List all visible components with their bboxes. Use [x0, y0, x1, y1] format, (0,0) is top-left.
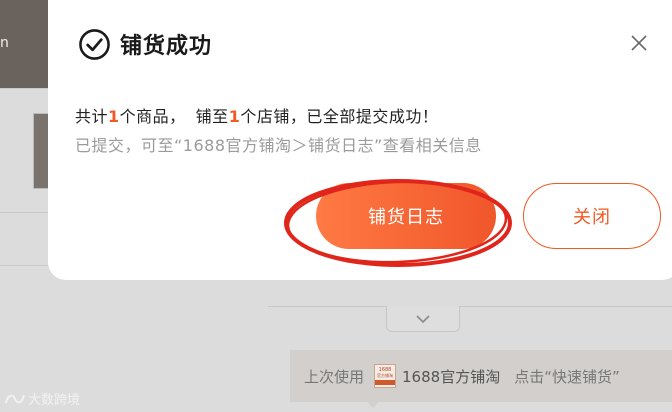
dialog-header: 铺货成功 [78, 26, 212, 62]
product-image-tile: n [0, 0, 50, 88]
close-icon [631, 35, 647, 51]
tile-text: n [0, 35, 9, 51]
chevron-down-icon [416, 314, 430, 323]
product-count: 1 [108, 107, 120, 126]
close-dialog-button[interactable]: 关闭 [523, 183, 661, 249]
divider [0, 88, 50, 89]
success-message: 共计1个商品， 铺至1个店铺，已全部提交成功！ [75, 103, 438, 127]
dialog-title: 铺货成功 [120, 34, 213, 59]
tip-suffix: 点击“快速铺货” [514, 367, 620, 386]
expand-toggle[interactable] [386, 306, 460, 332]
logo-icon: 1688 官方铺淘 [374, 364, 397, 388]
listing-log-button[interactable]: 铺货日志 [316, 183, 496, 249]
success-dialog: 铺货成功 共计1个商品， 铺至1个店铺，已全部提交成功！ 已提交，可至“1688官… [48, 0, 672, 280]
watermark: 大数跨境 [4, 389, 80, 408]
store-count: 1 [228, 107, 241, 126]
tip-arrow [366, 400, 380, 408]
check-circle-icon [79, 28, 110, 60]
sub-message: 已提交，可至“1688官方铺淘＞铺货日志”查看相关信息 [75, 136, 482, 155]
message-text: 个商品， [119, 107, 186, 126]
tip-prefix: 上次使用 [304, 367, 365, 386]
message-text: 个店铺，已全部提交成功！ [240, 107, 439, 126]
watermark-logo-icon [5, 394, 25, 403]
divider [0, 265, 50, 266]
logo-subtext: 官方铺淘 [377, 373, 394, 378]
last-used-tip: 上次使用 1688 官方铺淘 1688官方铺淘 点击“快速铺货” [290, 350, 672, 402]
message-text: 共计 [75, 107, 109, 126]
tip-brand: 1688官方铺淘 [402, 367, 501, 386]
message-text: 铺至 [195, 107, 229, 126]
close-button[interactable] [626, 30, 652, 56]
divider [0, 212, 50, 213]
divider [268, 306, 672, 307]
watermark-text: 大数跨境 [28, 393, 81, 408]
